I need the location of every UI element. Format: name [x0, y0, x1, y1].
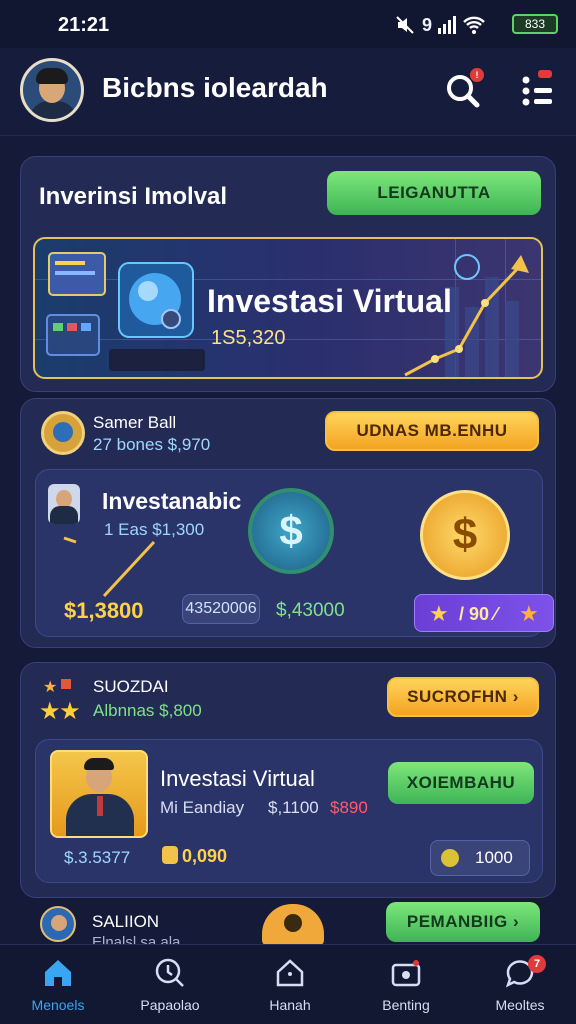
- nav-item-messages[interactable]: 7 Meoltes: [472, 945, 568, 1024]
- home-icon: [45, 960, 71, 986]
- nav-item-portfolio[interactable]: Hanah: [242, 945, 338, 1024]
- nav-label: Benting: [382, 997, 430, 1013]
- invest-button[interactable]: XOIEMBAHU: [388, 762, 534, 804]
- button-label: PEMANBIIG: [406, 912, 508, 931]
- nav-label: Hanah: [269, 997, 311, 1013]
- user-avatar: [40, 906, 76, 942]
- dollar-coin-icon: $: [248, 488, 334, 574]
- price: $,1100: [268, 798, 319, 817]
- investment-card: Samer Ball 27 bones $,970 UDNAS MB.ENHU …: [20, 398, 556, 648]
- mascot-icon: [262, 904, 324, 946]
- coins-icon: [441, 849, 459, 867]
- wifi-icon: [463, 16, 485, 34]
- coin-icon: [162, 846, 178, 864]
- price-red: $890: [330, 798, 368, 817]
- nav-label: Meoltes: [495, 997, 545, 1013]
- battery-icon: 833: [512, 14, 558, 34]
- banner-amount: 1S5,320: [211, 327, 286, 349]
- top-bar: Bicbns ioleardah !: [0, 48, 576, 136]
- tech-illustration: [46, 252, 205, 371]
- avatar[interactable]: [20, 58, 84, 122]
- action-button[interactable]: PEMANBIIG ›: [386, 902, 540, 942]
- value-left: $.3.5377: [64, 848, 131, 867]
- chevron-right-icon: ›: [512, 912, 520, 931]
- investment-card: ★ SUOZDAI ★ ★ Albnnas $,800 SUCROFHN › I…: [20, 662, 556, 898]
- flag-icon: [61, 679, 71, 689]
- user-subtitle: 27 bones $,970: [93, 435, 211, 454]
- star-icon: ★: [519, 601, 539, 626]
- nav-item-banking[interactable]: Benting: [358, 945, 454, 1024]
- count-value: 1000: [475, 848, 513, 867]
- nav-item-home[interactable]: Menoels: [10, 945, 106, 1024]
- user-avatar: [41, 411, 85, 455]
- star-icon: ★: [43, 679, 58, 696]
- rating-stars: ★ ★: [39, 698, 81, 725]
- investor-avatar: [48, 484, 80, 524]
- card-subtitle: Albnnas $,800: [93, 701, 202, 720]
- gold-coin-icon: $: [420, 490, 510, 580]
- investment-detail-panel[interactable]: Investasi Virtual Mi Eandiay $,1100 $890…: [35, 739, 543, 883]
- menu-button[interactable]: [518, 70, 556, 110]
- section-title: Inverinsi Imolval: [39, 183, 228, 210]
- clock-search-icon: [155, 958, 184, 987]
- value-pill: 43520006: [182, 594, 260, 624]
- status-bar: 21:21 9 833: [0, 0, 576, 48]
- nav-label: Menoels: [31, 997, 85, 1013]
- value-left: $1,3800: [64, 598, 144, 623]
- investment-title: Investanabic: [102, 488, 242, 514]
- banner-title: Investasi Virtual: [207, 283, 452, 319]
- nav-label: Papaolao: [140, 997, 200, 1013]
- search-button[interactable]: !: [444, 68, 484, 110]
- investment-title: Investasi Virtual: [160, 766, 315, 791]
- card-title: SUOZDAI: [93, 677, 169, 696]
- count-pill: 1000: [430, 840, 530, 876]
- home-outline-icon: [276, 959, 304, 987]
- notification-badge: !: [470, 68, 484, 82]
- user-name: Samer Ball: [93, 413, 177, 432]
- signal-text: 9: [422, 14, 433, 35]
- status-time: 21:21: [58, 14, 110, 36]
- mute-icon: [396, 16, 414, 34]
- card-title: SALIION: [92, 912, 160, 931]
- button-label: SUCROFHN: [407, 687, 508, 706]
- investment-detail-panel[interactable]: Investanabic 1 Eas $1,300 $ $ $1,3800 43…: [35, 469, 554, 637]
- nav-item-history[interactable]: Papaolao: [122, 945, 218, 1024]
- app-title: Bicbns ioleardah: [102, 72, 328, 103]
- chevron-right-icon: ›: [512, 687, 519, 706]
- rating-text: / 90 ⁄: [459, 604, 498, 624]
- star-icon: ★: [429, 601, 449, 626]
- wallet-icon: [391, 960, 421, 987]
- signal-icon: [438, 16, 457, 34]
- primary-action-button[interactable]: LEIGANUTTA: [327, 171, 541, 215]
- value-mid: 0,090: [182, 846, 228, 866]
- bottom-nav: Menoels Papaolao Hanah Benting 7 Meoltes: [0, 944, 576, 1024]
- investment-subtitle: Mi Eandiay: [160, 798, 245, 817]
- trend-line-icon: [63, 536, 156, 598]
- featured-card: Inverinsi Imolval LEIGANUTTA Investasi V…: [20, 156, 556, 392]
- messages-badge: 7: [528, 955, 546, 973]
- secondary-action-button[interactable]: UDNAS MB.ENHU: [325, 411, 539, 451]
- value-right: $,43000: [276, 600, 345, 621]
- action-button[interactable]: SUCROFHN ›: [387, 677, 539, 717]
- investor-photo: [50, 750, 148, 838]
- rating-badge[interactable]: ★ / 90 ⁄ ★: [414, 594, 554, 632]
- menu-badge: [538, 70, 552, 78]
- investment-banner[interactable]: Investasi Virtual 1S5,320: [33, 237, 543, 379]
- status-icons: 9: [394, 12, 514, 38]
